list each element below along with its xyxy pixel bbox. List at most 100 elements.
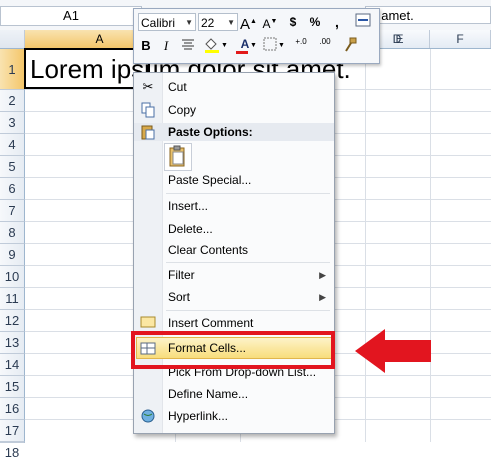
formula-input[interactable]: t amet. bbox=[365, 6, 491, 24]
menu-item-label: Sort bbox=[168, 290, 191, 304]
context-menu: ✂ Cut Copy Paste Options: Paste Special.… bbox=[133, 72, 335, 434]
grow-font-icon: A bbox=[240, 16, 251, 33]
svg-text:▼: ▼ bbox=[221, 42, 227, 49]
font-name-select[interactable]: Calibri ▼ bbox=[138, 13, 196, 31]
hyperlink-globe-icon bbox=[140, 408, 156, 424]
menu-item-cut[interactable]: ✂ Cut bbox=[134, 77, 334, 97]
menu-item-copy[interactable]: Copy bbox=[134, 100, 334, 120]
shrink-font-icon: A bbox=[262, 17, 271, 31]
row-header[interactable]: 2 bbox=[0, 90, 25, 112]
font-color-swatch bbox=[236, 51, 248, 54]
menu-separator bbox=[166, 262, 330, 263]
row-header[interactable]: 13 bbox=[0, 332, 25, 354]
menu-item-sort[interactable]: Sort ▶ bbox=[134, 287, 334, 307]
menu-item-clear-contents[interactable]: Clear Contents bbox=[134, 240, 334, 260]
menu-item-label: Clear Contents bbox=[168, 243, 249, 257]
format-painter-brush-button[interactable] bbox=[340, 37, 360, 55]
paste-icon bbox=[140, 124, 156, 143]
borders-icon: ▼ bbox=[263, 37, 285, 51]
name-box[interactable]: A1 bbox=[0, 6, 142, 26]
column-header-f[interactable]: F bbox=[430, 30, 491, 48]
menu-item-label: Insert... bbox=[168, 199, 209, 213]
row-header[interactable]: 3 bbox=[0, 112, 25, 134]
font-name-value: Calibri bbox=[141, 16, 176, 30]
borders-button[interactable]: ▼ bbox=[262, 37, 286, 55]
svg-text:▼: ▼ bbox=[278, 42, 285, 49]
chevron-down-icon: ▼ bbox=[250, 42, 257, 49]
fill-color-icon: ▼ bbox=[205, 38, 228, 53]
copy-icon bbox=[140, 102, 156, 118]
center-align-icon bbox=[182, 39, 194, 50]
row-header[interactable]: 16 bbox=[0, 398, 25, 420]
row-header[interactable]: 12 bbox=[0, 310, 25, 332]
row-header[interactable]: 9 bbox=[0, 244, 25, 266]
menu-separator bbox=[166, 193, 330, 194]
chevron-down-icon: ▼ bbox=[227, 18, 235, 27]
row-header[interactable]: 15 bbox=[0, 376, 25, 398]
menu-item-label: Paste Special... bbox=[168, 173, 252, 187]
menu-item-filter[interactable]: Filter ▶ bbox=[134, 265, 334, 285]
chevron-down-icon: ▼ bbox=[185, 18, 193, 27]
menu-item-hyperlink[interactable]: Hyperlink... bbox=[134, 406, 334, 426]
currency-button[interactable]: $ bbox=[284, 13, 302, 31]
font-size-value: 22 bbox=[201, 16, 215, 30]
menu-item-paste-special[interactable]: Paste Special... bbox=[134, 170, 334, 190]
bold-button[interactable]: B bbox=[138, 37, 154, 55]
fill-color-button[interactable]: ▼ bbox=[202, 37, 228, 55]
menu-item-label: Hyperlink... bbox=[168, 409, 229, 423]
row-header[interactable]: 8 bbox=[0, 222, 25, 244]
paste-option-button[interactable] bbox=[164, 143, 192, 171]
menu-item-label: Delete... bbox=[168, 222, 213, 236]
menu-separator bbox=[166, 310, 330, 311]
select-all-corner[interactable] bbox=[0, 30, 25, 48]
increase-decimal-icon: +.0 bbox=[295, 37, 307, 46]
menu-item-delete[interactable]: Delete... bbox=[134, 219, 334, 239]
menu-item-label: Copy bbox=[168, 103, 197, 117]
submenu-arrow-icon: ▶ bbox=[319, 270, 326, 280]
row-header[interactable]: 14 bbox=[0, 354, 25, 376]
paste-options-header: Paste Options: bbox=[134, 123, 334, 141]
row-header[interactable]: 18 bbox=[0, 442, 25, 460]
comma-icon: , bbox=[335, 14, 339, 30]
font-color-icon: A bbox=[240, 37, 250, 51]
italic-button[interactable]: I bbox=[158, 37, 174, 55]
row-header[interactable]: 10 bbox=[0, 266, 25, 288]
menu-item-insert-comment[interactable]: Insert Comment bbox=[134, 313, 334, 333]
row-header[interactable]: 1 bbox=[0, 49, 25, 90]
font-color-button[interactable]: A ▼ bbox=[234, 37, 257, 55]
annotation-highlight-box bbox=[131, 331, 335, 369]
row-header[interactable]: 11 bbox=[0, 288, 25, 310]
format-painter-icon bbox=[345, 37, 357, 52]
row-header[interactable]: 7 bbox=[0, 200, 25, 222]
format-painter-button[interactable] bbox=[354, 13, 372, 31]
decrease-decimal-button[interactable]: .00 bbox=[314, 37, 336, 55]
scissors-icon: ✂ bbox=[142, 79, 154, 94]
percent-icon: % bbox=[309, 15, 321, 29]
menu-item-label: Define Name... bbox=[168, 387, 249, 401]
percent-button[interactable]: % bbox=[306, 13, 324, 31]
paste-options-label: Paste Options: bbox=[168, 125, 253, 139]
row-header[interactable]: 17 bbox=[0, 420, 25, 442]
shrink-font-button[interactable]: A▼ bbox=[262, 13, 278, 31]
row-header[interactable]: 4 bbox=[0, 134, 25, 156]
mini-toolbar: Calibri ▼ 22 ▼ A▲ A▼ $ % , B I ▼ A ▼ ▼ +… bbox=[133, 8, 380, 64]
merge-center-icon bbox=[355, 13, 371, 27]
menu-item-define-name[interactable]: Define Name... bbox=[134, 384, 334, 404]
grow-font-button[interactable]: A▲ bbox=[240, 13, 257, 33]
currency-icon: $ bbox=[289, 15, 297, 29]
clipboard-icon bbox=[169, 145, 185, 167]
font-size-select[interactable]: 22 ▼ bbox=[198, 13, 238, 31]
menu-item-label: Filter bbox=[168, 268, 195, 282]
row-header[interactable]: 6 bbox=[0, 178, 25, 200]
increase-decimal-button[interactable]: +.0 bbox=[290, 37, 312, 55]
comma-style-button[interactable]: , bbox=[328, 13, 346, 31]
menu-item-insert[interactable]: Insert... bbox=[134, 196, 334, 216]
bold-icon: B bbox=[141, 38, 151, 53]
decrease-decimal-icon: .00 bbox=[319, 37, 331, 46]
menu-item-label: Insert Comment bbox=[168, 316, 254, 330]
row-header[interactable]: 5 bbox=[0, 156, 25, 178]
submenu-arrow-icon: ▶ bbox=[319, 292, 326, 302]
comment-icon bbox=[140, 315, 156, 331]
annotation-arrow-icon bbox=[355, 329, 431, 373]
center-align-button[interactable] bbox=[180, 37, 196, 55]
